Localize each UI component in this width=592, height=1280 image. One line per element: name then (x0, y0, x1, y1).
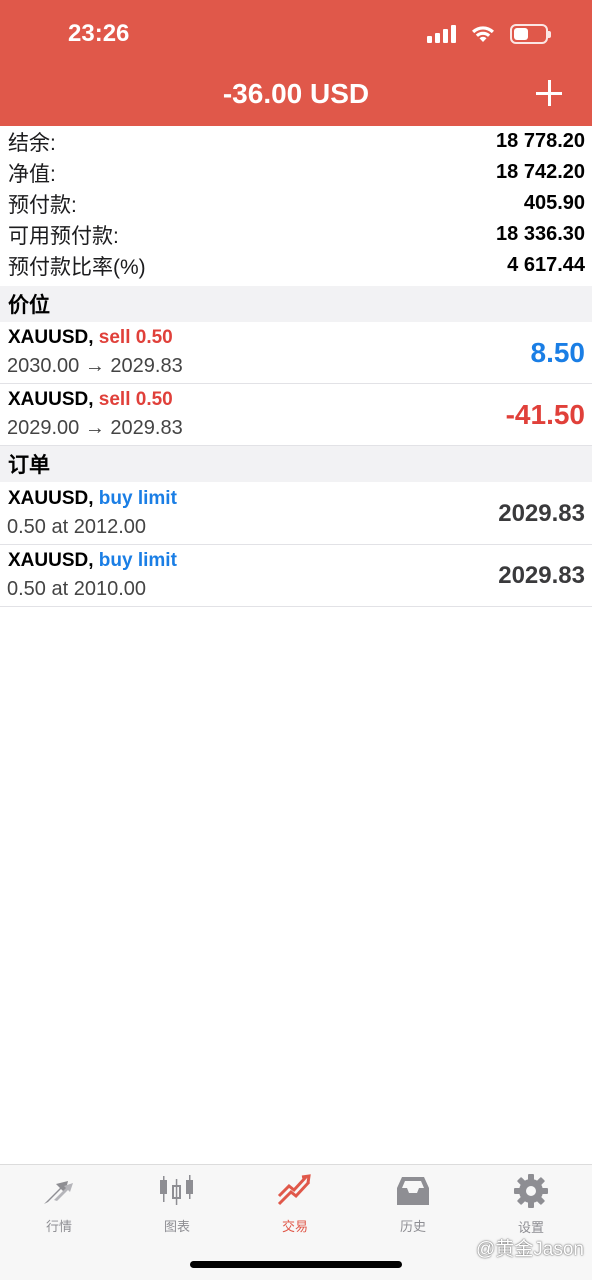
summary-value: 4 617.44 (507, 254, 585, 276)
tab-label: 行情 (45, 1219, 72, 1234)
order-row[interactable]: XAUUSD, buy limit 0.50 at 2012.00 2029.8… (0, 483, 592, 545)
order-action: buy limit (98, 488, 177, 509)
order-price: 2029.83 (498, 562, 585, 589)
position-symbol: XAUUSD, (8, 327, 94, 348)
summary-value: 18 742.20 (496, 161, 585, 183)
tab-label: 图表 (163, 1219, 190, 1234)
tab-history[interactable]: 历史 (354, 1173, 472, 1235)
position-row[interactable]: XAUUSD, sell 0.50 2030.00 → 2029.83 8.50 (0, 322, 592, 384)
summary-row-free-margin: 可用预付款: 18 336.30 (0, 219, 592, 250)
position-prices: 2030.00 → 2029.83 (7, 355, 183, 377)
summary-value: 18 778.20 (496, 130, 585, 152)
summary-label: 预付款比率(%) (8, 255, 146, 279)
order-detail: 0.50 at 2010.00 (7, 578, 147, 600)
quotes-arrows-icon (39, 1173, 79, 1208)
status-icons (427, 24, 551, 44)
summary-value: 405.90 (523, 192, 585, 214)
position-row[interactable]: XAUUSD, sell 0.50 2029.00 → 2029.83 -41.… (0, 384, 592, 446)
cellular-signal-icon (427, 25, 456, 43)
tab-quotes[interactable]: 行情 (0, 1173, 118, 1235)
status-time: 23:26 (68, 20, 130, 47)
battery-icon (510, 24, 551, 44)
summary-label: 预付款: (8, 193, 77, 217)
page-title: -36.00 USD (222, 78, 370, 109)
order-symbol: XAUUSD, (8, 488, 94, 509)
position-profit: -41.50 (505, 399, 585, 430)
summary-row-balance: 结余: 18 778.20 (0, 126, 592, 157)
summary-label: 净值: (8, 162, 56, 186)
order-price: 2029.83 (498, 500, 585, 527)
summary-row-margin-level: 预付款比率(%) 4 617.44 (0, 250, 592, 281)
summary-row-margin: 预付款: 405.90 (0, 188, 592, 219)
position-action: sell 0.50 (98, 327, 173, 348)
orders-section-header: 订单 (0, 446, 592, 482)
summary-row-equity: 净值: 18 742.20 (0, 157, 592, 188)
position-symbol: XAUUSD, (8, 389, 94, 410)
history-inbox-icon (393, 1173, 433, 1208)
position-profit: 8.50 (530, 337, 586, 368)
trade-screen: 23:26 -36.00 USD 结余: 18 778.20 净值: 18 74… (0, 0, 592, 1280)
tab-trade[interactable]: 交易 (236, 1173, 354, 1235)
summary-label: 结余: (8, 131, 56, 155)
tab-label: 交易 (281, 1219, 308, 1234)
positions-section-header: 价位 (0, 286, 592, 322)
wifi-icon (472, 26, 494, 42)
tab-settings[interactable]: 设置 (472, 1173, 590, 1235)
home-indicator (190, 1261, 402, 1268)
order-row[interactable]: XAUUSD, buy limit 0.50 at 2010.00 2029.8… (0, 545, 592, 607)
watermark: @黄金Jason (476, 1239, 584, 1260)
summary-label: 可用预付款: (8, 224, 119, 248)
position-prices: 2029.00 → 2029.83 (7, 417, 183, 439)
order-symbol: XAUUSD, (8, 550, 94, 571)
position-action: sell 0.50 (98, 389, 173, 410)
summary-value: 18 336.30 (496, 223, 585, 245)
plus-icon[interactable] (534, 78, 564, 108)
order-action: buy limit (98, 550, 177, 571)
tab-label: 历史 (399, 1219, 426, 1234)
order-detail: 0.50 at 2012.00 (7, 516, 147, 538)
candlestick-chart-icon (157, 1173, 197, 1208)
trade-trend-icon (275, 1173, 315, 1208)
account-summary: 结余: 18 778.20 净值: 18 742.20 预付款: 405.90 … (0, 126, 592, 281)
tab-chart[interactable]: 图表 (118, 1173, 236, 1235)
header-bar: 23:26 -36.00 USD (0, 0, 592, 126)
settings-gear-icon (511, 1173, 551, 1209)
